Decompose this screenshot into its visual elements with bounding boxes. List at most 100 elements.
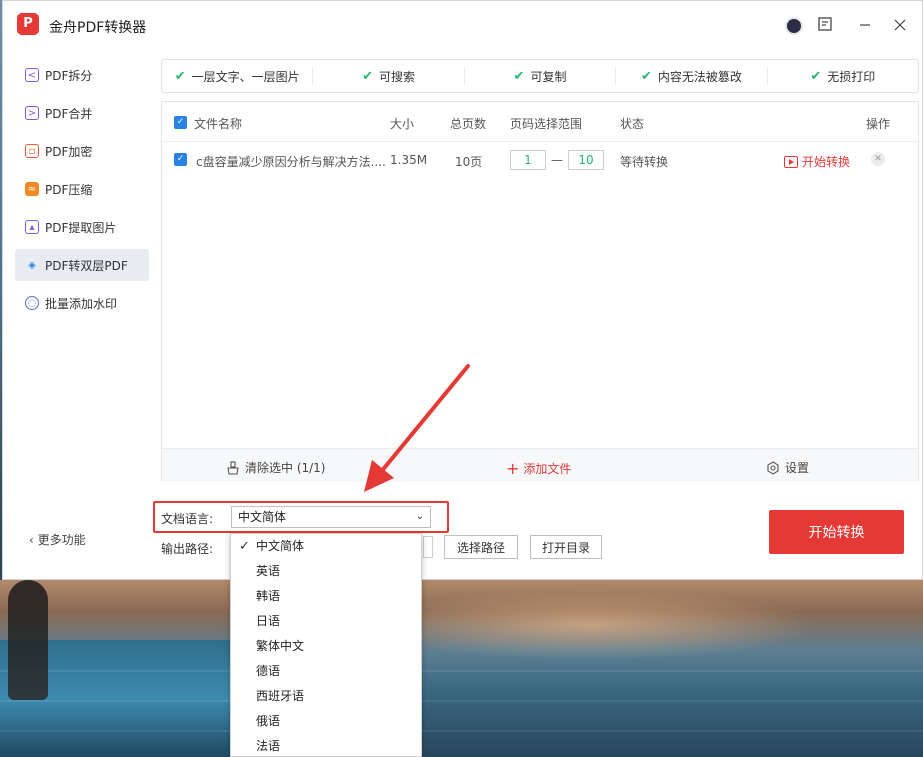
- chevron-left-icon: ‹: [29, 533, 38, 547]
- settings-button[interactable]: 设置: [766, 459, 809, 476]
- add-file-label: 添加文件: [523, 462, 572, 476]
- dropdown-option[interactable]: 西班牙语: [231, 684, 421, 709]
- sidebar-item-label: PDF压缩: [45, 182, 93, 197]
- check-icon: ✔: [640, 68, 652, 84]
- user-avatar-icon: [785, 17, 803, 35]
- dropdown-option[interactable]: 韩语: [231, 584, 421, 609]
- output-path-label: 输出路径:: [161, 542, 214, 556]
- desktop-figure: [8, 580, 48, 700]
- row-checkbox[interactable]: ✓: [174, 153, 187, 166]
- image-icon: ▴: [25, 220, 39, 234]
- language-dropdown-list: ✓ 中文简体 英语 韩语 日语 繁体中文 德语 西班牙语 俄语 法语: [230, 533, 422, 757]
- sidebar-item-encrypt[interactable]: ▫ PDF加密: [15, 135, 149, 167]
- title-bar: P 金舟PDF转换器: [3, 1, 922, 49]
- desktop-glow: [360, 590, 820, 660]
- feature-label: 无损打印: [827, 69, 876, 84]
- dropdown-option[interactable]: 法语: [231, 734, 421, 757]
- sidebar-item-label: PDF转双层PDF: [45, 258, 128, 273]
- header-name: 文件名称: [194, 117, 243, 131]
- table-row: ✓ c盘容量减少原因分析与解决方法.... 1.35M 10页 1 — 10 等…: [162, 142, 918, 178]
- check-icon: ✔: [362, 68, 374, 84]
- dropdown-option[interactable]: 日语: [231, 609, 421, 634]
- sidebar-item-watermark[interactable]: ◌ 批量添加水印: [15, 287, 149, 319]
- gear-icon: [767, 460, 779, 475]
- chevron-down-icon: ⌄: [415, 511, 424, 522]
- range-start-input[interactable]: 1: [510, 150, 546, 170]
- feature-item: ✔ 无损打印: [768, 67, 918, 85]
- desktop-ripple: [0, 700, 923, 702]
- file-table: ✓ 文件名称 大小 总页数 页码选择范围 状态 操作 ✓ c盘容量减少原因分析与…: [161, 101, 919, 482]
- language-select-value: 中文简体: [238, 510, 287, 524]
- dropdown-option[interactable]: 英语: [231, 559, 421, 584]
- file-name: c盘容量减少原因分析与解决方法....: [196, 155, 386, 169]
- clear-selected-label: 清除选中 (1/1): [245, 461, 326, 475]
- broom-icon: [227, 460, 239, 475]
- row-start-label: 开始转换: [802, 155, 851, 169]
- layers-icon: ◈: [28, 259, 36, 271]
- dropdown-option-label: 中文简体: [256, 539, 305, 553]
- range-separator: —: [551, 153, 563, 167]
- dropdown-option[interactable]: 俄语: [231, 709, 421, 734]
- sidebar-item-merge[interactable]: > PDF合并: [15, 97, 149, 129]
- menu-button[interactable]: [814, 15, 836, 37]
- choose-path-button[interactable]: 选择路径: [444, 535, 518, 559]
- dropdown-option-label: 俄语: [256, 714, 281, 728]
- check-icon: ✔: [513, 68, 525, 84]
- dropdown-option-label: 日语: [256, 614, 281, 628]
- clear-selected-button[interactable]: 清除选中 (1/1): [226, 459, 326, 476]
- menu-icon: [818, 17, 832, 31]
- dropdown-option-label: 韩语: [256, 589, 281, 603]
- feature-label: 可复制: [530, 69, 567, 84]
- feature-label: 一层文字、一层图片: [191, 69, 300, 84]
- app-logo: P: [17, 13, 39, 35]
- sidebar-item-dual-layer[interactable]: ◈ PDF转双层PDF: [15, 249, 149, 281]
- close-button[interactable]: [889, 15, 911, 37]
- minimize-button[interactable]: [854, 15, 876, 37]
- language-select[interactable]: 中文简体 ⌄: [231, 506, 431, 528]
- header-status: 状态: [620, 117, 645, 131]
- dropdown-option[interactable]: ✓ 中文简体: [231, 534, 421, 559]
- annotation-arrow-icon: [364, 364, 470, 492]
- app-title: 金舟PDF转换器: [49, 20, 147, 36]
- lock-icon: ▫: [25, 144, 39, 158]
- play-icon: [784, 155, 798, 168]
- dropdown-option-label: 西班牙语: [256, 689, 305, 703]
- sidebar-item-extract-image[interactable]: ▴ PDF提取图片: [15, 211, 149, 243]
- sidebar-item-compress[interactable]: ≈ PDF压缩: [15, 173, 149, 205]
- avatar[interactable]: [783, 15, 805, 37]
- feature-item: ✔ 可搜索: [313, 67, 465, 85]
- dropdown-option-label: 英语: [256, 564, 281, 578]
- table-header: ✓ 文件名称 大小 总页数 页码选择范围 状态 操作: [162, 102, 918, 142]
- sidebar-item-split[interactable]: < PDF拆分: [15, 59, 149, 91]
- dropdown-option[interactable]: 德语: [231, 659, 421, 684]
- header-range: 页码选择范围: [510, 117, 583, 131]
- merge-icon: >: [25, 106, 39, 120]
- checkmark-icon: ✓: [239, 539, 250, 554]
- select-all-checkbox[interactable]: ✓: [174, 116, 187, 129]
- desktop-background: [0, 580, 923, 757]
- add-file-button[interactable]: + 添加文件: [506, 459, 571, 478]
- dropdown-option[interactable]: 繁体中文: [231, 634, 421, 659]
- table-footer: 清除选中 (1/1) + 添加文件 设置: [162, 448, 918, 482]
- feature-item: ✔ 可复制: [465, 67, 617, 85]
- feature-label: 内容无法被篡改: [657, 69, 742, 84]
- check-icon: ✔: [810, 68, 822, 84]
- start-convert-button[interactable]: 开始转换: [769, 510, 904, 554]
- row-start-button[interactable]: 开始转换: [784, 153, 850, 170]
- row-delete-button[interactable]: ✕: [871, 152, 885, 166]
- feature-banner: ✔ 一层文字、一层图片 ✔ 可搜索 ✔ 可复制 ✔ 内容无法被篡改 ✔ 无损打印: [161, 59, 919, 93]
- header-pages: 总页数: [450, 117, 487, 131]
- sidebar-item-label: PDF提取图片: [45, 220, 117, 235]
- file-status: 等待转换: [620, 155, 669, 169]
- file-size: 1.35M: [390, 153, 428, 167]
- sidebar: < PDF拆分 > PDF合并 ▫ PDF加密 ≈ PDF压缩 ▴ PDF提取图…: [3, 49, 155, 579]
- output-path-input[interactable]: [423, 536, 433, 558]
- header-action: 操作: [866, 117, 891, 131]
- more-features-label: 更多功能: [37, 533, 86, 547]
- more-features-link[interactable]: ‹ 更多功能: [29, 531, 86, 548]
- open-directory-button[interactable]: 打开目录: [530, 535, 602, 559]
- split-icon: <: [25, 68, 39, 82]
- dropdown-option-label: 繁体中文: [256, 639, 305, 653]
- dropdown-option-label: 德语: [256, 664, 281, 678]
- range-end-input[interactable]: 10: [568, 150, 604, 170]
